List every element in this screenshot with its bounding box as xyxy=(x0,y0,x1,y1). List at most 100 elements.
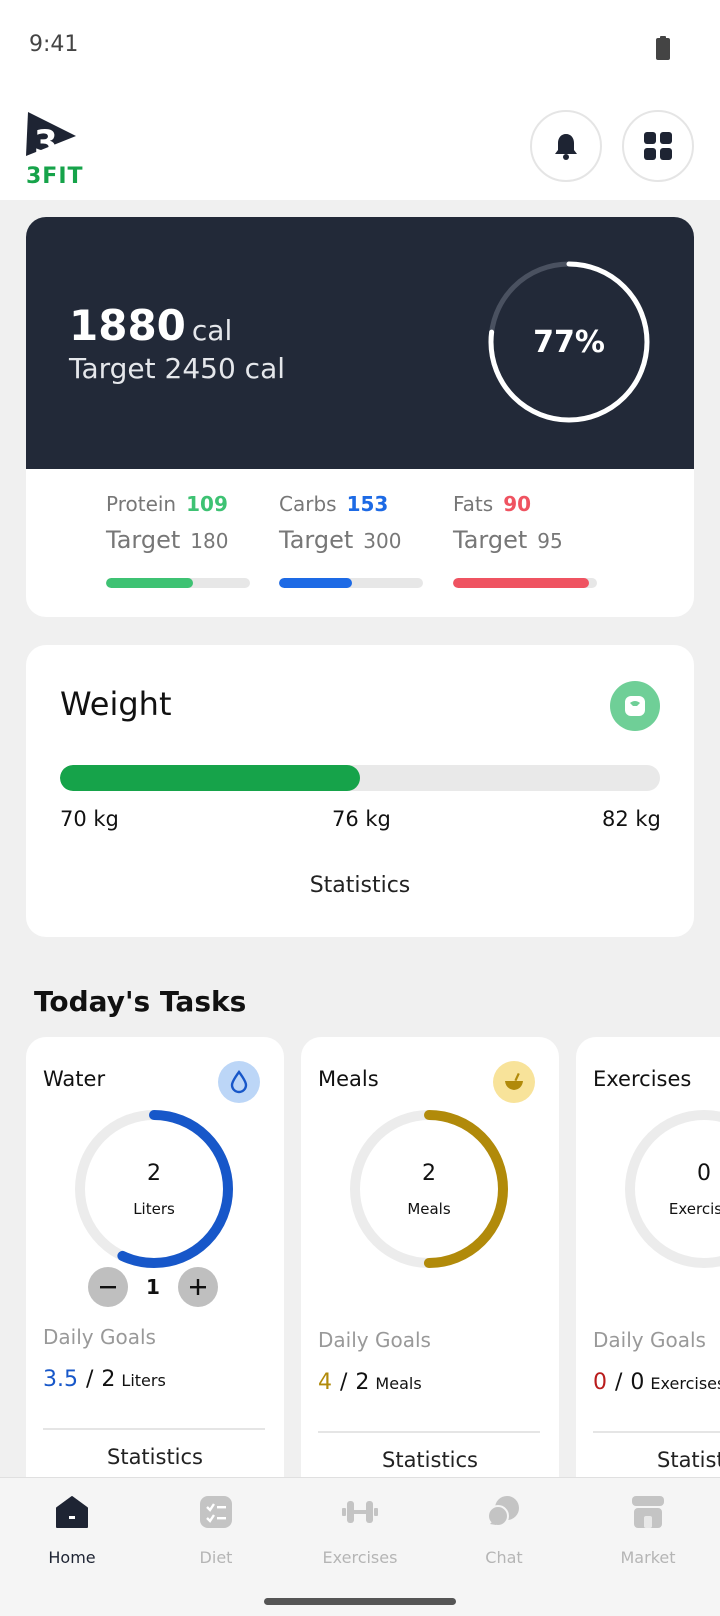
task-water-center: 2 Liters xyxy=(74,1109,234,1269)
nav-chat[interactable]: Chat xyxy=(432,1492,576,1582)
weight-progress-bar xyxy=(60,765,660,791)
weight-start: 70 kg xyxy=(60,807,119,831)
task-water-title: Water xyxy=(43,1067,106,1091)
task-exercises-goal-unit: Exercises xyxy=(650,1374,720,1393)
macro-fats-target: 95 xyxy=(537,529,563,553)
task-water-goal: 3.5/2 Liters xyxy=(43,1367,166,1392)
nav-exercises-label: Exercises xyxy=(322,1548,398,1567)
task-water-badge xyxy=(218,1061,260,1103)
nav-home-label: Home xyxy=(48,1548,96,1567)
nav-market-label: Market xyxy=(620,1548,676,1567)
water-stepper-value: 1 xyxy=(146,1275,160,1299)
weight-card[interactable]: Weight 70 kg 76 kg 82 kg Statistics xyxy=(26,645,694,937)
minus-icon xyxy=(100,1286,116,1289)
task-meals-value: 2 xyxy=(422,1160,436,1186)
water-drop-icon xyxy=(230,1070,248,1094)
task-exercises-value: 0 xyxy=(697,1160,711,1186)
status-time: 9:41 xyxy=(29,32,79,57)
weight-statistics-link[interactable]: Statistics xyxy=(26,873,694,898)
macro-carbs: Carbs 153 Target 300 xyxy=(279,492,427,588)
notifications-button[interactable] xyxy=(530,110,602,182)
task-card-water[interactable]: Water 2 Liters 1 Daily Goals 3.5/2 Liters… xyxy=(26,1037,284,1497)
macro-carbs-value: 153 xyxy=(346,492,389,516)
diet-icon xyxy=(196,1492,236,1532)
task-meals-goal: 4/2 Meals xyxy=(318,1370,422,1395)
macro-fats-fill xyxy=(453,578,590,588)
home-indicator xyxy=(264,1598,456,1605)
macro-carbs-target: 300 xyxy=(363,529,402,553)
task-exercises-statistics-link[interactable]: Statistics xyxy=(576,1448,720,1472)
macro-protein-value: 109 xyxy=(186,492,228,516)
task-water-unit: Liters xyxy=(133,1199,175,1218)
macro-carbs-name: Carbs xyxy=(279,492,337,516)
calories-unit: cal xyxy=(191,314,233,347)
task-meals-center: 2 Meals xyxy=(349,1109,509,1269)
macro-protein-bar xyxy=(106,578,250,588)
nav-exercises[interactable]: Exercises xyxy=(288,1492,432,1582)
task-meals-goal-current: 4 xyxy=(318,1370,332,1395)
macro-carbs-target-label: Target xyxy=(279,526,354,554)
nav-diet[interactable]: Diet xyxy=(144,1492,288,1582)
divider xyxy=(318,1431,540,1433)
task-exercises-title: Exercises xyxy=(593,1067,692,1091)
weight-progress-fill xyxy=(60,765,360,791)
macro-protein-target-label: Target xyxy=(106,526,181,554)
home-icon xyxy=(52,1492,92,1532)
status-bar: 9:41 xyxy=(0,0,720,92)
weight-goal: 82 kg xyxy=(602,807,661,831)
task-exercises-goal: 0/0 Exercises xyxy=(593,1370,720,1395)
menu-grid-button[interactable] xyxy=(622,110,694,182)
app-header: 3 3FIT xyxy=(0,92,720,200)
calories-number: 1880 xyxy=(69,301,186,350)
scale-icon xyxy=(625,696,645,716)
macro-fats-name: Fats xyxy=(453,492,494,516)
task-card-meals[interactable]: Meals 2 Meals Daily Goals 4/2 Meals Stati… xyxy=(301,1037,559,1497)
store-icon xyxy=(628,1492,668,1532)
bottom-nav: Home Diet Exercises Chat Market xyxy=(0,1477,720,1616)
nav-diet-label: Diet xyxy=(199,1548,233,1567)
task-meals-goal-unit: Meals xyxy=(375,1374,422,1393)
meal-bowl-icon xyxy=(505,1072,523,1090)
macro-fats: Fats 90 Target 95 xyxy=(453,492,601,588)
macro-fats-bar xyxy=(453,578,597,588)
water-decrement-button[interactable] xyxy=(88,1267,128,1307)
task-water-goal-unit: Liters xyxy=(121,1371,166,1390)
task-meals-unit: Meals xyxy=(407,1199,451,1218)
macro-protein: Protein 109 Target 180 xyxy=(106,492,254,588)
task-card-exercises[interactable]: Exercises 0 Exercises Daily Goals 0/0Exe… xyxy=(576,1037,720,1497)
macro-protein-target: 180 xyxy=(190,529,229,553)
macro-carbs-fill xyxy=(279,578,353,588)
task-exercises-daily-label: Daily Goals xyxy=(593,1328,706,1352)
macro-carbs-bar xyxy=(279,578,423,588)
water-stepper[interactable]: 1 xyxy=(88,1267,218,1307)
task-meals-daily-label: Daily Goals xyxy=(318,1328,431,1352)
task-water-statistics-link[interactable]: Statistics xyxy=(26,1445,284,1469)
task-exercises-unit: Exercises xyxy=(668,1199,720,1218)
chat-icon xyxy=(484,1492,524,1532)
nav-chat-label: Chat xyxy=(485,1548,523,1567)
macro-protein-name: Protein xyxy=(106,492,177,516)
nav-market[interactable]: Market xyxy=(576,1492,720,1582)
macro-protein-fill xyxy=(106,578,194,588)
task-meals-goal-target: 2 xyxy=(355,1370,370,1395)
calories-summary: 1880 cal Target 2450 cal 77% xyxy=(26,217,694,469)
tasks-title: Today's Tasks xyxy=(34,985,247,1018)
app-logo-text: 3FIT xyxy=(26,164,84,189)
weight-badge xyxy=(610,681,660,731)
divider xyxy=(593,1431,720,1433)
task-exercises-goal-target: 0 xyxy=(630,1370,645,1395)
weight-title: Weight xyxy=(60,685,172,723)
calories-target: Target 2450 cal xyxy=(69,352,286,385)
task-exercises-goal-current: 0 xyxy=(593,1370,607,1395)
calories-current: 1880 cal xyxy=(69,301,232,350)
task-meals-badge xyxy=(493,1061,535,1103)
battery-icon xyxy=(656,36,670,60)
macro-fats-target-label: Target xyxy=(453,526,528,554)
water-increment-button[interactable] xyxy=(178,1267,218,1307)
task-meals-title: Meals xyxy=(318,1067,379,1091)
calories-card[interactable]: 1880 cal Target 2450 cal 77% Protein 109 T… xyxy=(26,217,694,617)
nav-home[interactable]: Home xyxy=(0,1492,144,1582)
plus-icon xyxy=(190,1279,206,1295)
task-meals-statistics-link[interactable]: Statistics xyxy=(301,1448,559,1472)
weight-current: 76 kg xyxy=(332,807,391,831)
